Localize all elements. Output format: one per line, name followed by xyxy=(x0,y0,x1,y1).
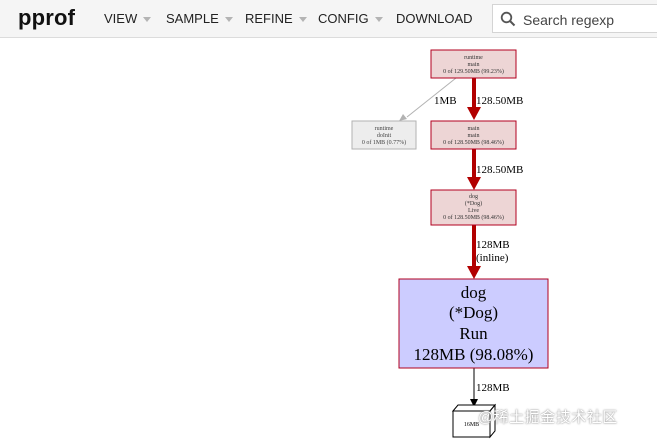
chevron-down-icon xyxy=(298,16,307,22)
node-main-main[interactable]: main main 0 of 128.50MB (98.46%) xyxy=(430,120,517,150)
search-box xyxy=(492,4,657,33)
edge-runtime-main-to-doinit[interactable]: 1MB xyxy=(399,77,457,121)
menu-refine-label: REFINE xyxy=(245,11,293,26)
menu-refine[interactable]: REFINE xyxy=(245,11,307,26)
menu-view-label: VIEW xyxy=(104,11,138,26)
node-text: dog xyxy=(461,283,487,302)
node-text: 0 of 129.50MB (99.23%) xyxy=(443,68,504,75)
search-input[interactable] xyxy=(521,10,655,30)
chevron-down-icon xyxy=(143,16,152,22)
call-graph: 128.50MB 1MB 128.50MB 128MB (inline) 128… xyxy=(351,49,549,439)
edge-main-main-to-dog-live[interactable]: 128.50MB xyxy=(467,149,523,190)
node-dog-run[interactable]: dog (*Dog) Run 128MB (98.08%) xyxy=(398,278,549,369)
chevron-down-icon xyxy=(224,16,233,22)
node-text: (*Dog) xyxy=(465,200,482,207)
node-text: runtime xyxy=(375,126,394,132)
menu-sample-label: SAMPLE xyxy=(166,11,219,26)
edge-label: (inline) xyxy=(476,252,509,264)
watermark: @稀土掘金技术社区 xyxy=(478,409,618,426)
top-bar: pprof VIEW SAMPLE REFINE CONFIG DOWNLOAD xyxy=(0,0,657,38)
node-text: 128MB (98.08%) xyxy=(414,345,534,364)
edge-label: 128MB xyxy=(476,239,510,251)
node-text: 0 of 128.50MB (98.46%) xyxy=(443,214,504,221)
node-dog-live[interactable]: dog (*Dog) Live 0 of 128.50MB (98.46%) xyxy=(430,189,517,226)
menu-view[interactable]: VIEW xyxy=(104,11,152,26)
node-text: runtime xyxy=(464,55,483,61)
node-text: (*Dog) xyxy=(449,303,498,322)
edge-label: 128MB xyxy=(476,382,510,394)
node-text: 16MB xyxy=(464,422,479,428)
menu-download-label: DOWNLOAD xyxy=(396,11,473,26)
menu-config[interactable]: CONFIG xyxy=(318,11,383,26)
edge-dog-run-to-leaf[interactable]: 128MB xyxy=(470,368,510,407)
node-runtime-main[interactable]: runtime main 0 of 129.50MB (99.23%) xyxy=(430,49,517,79)
chevron-down-icon xyxy=(374,16,383,22)
node-runtime-doinit[interactable]: runtime doInit 0 of 1MB (0.77%) xyxy=(351,120,417,150)
node-text: Run xyxy=(459,324,488,343)
search-icon xyxy=(500,11,516,27)
node-text: dog xyxy=(469,194,478,200)
node-text: Live xyxy=(468,208,479,214)
edge-runtime-main-to-main-main[interactable]: 128.50MB xyxy=(467,78,523,120)
node-text: main xyxy=(468,133,480,139)
edge-dog-live-to-dog-run[interactable]: 128MB (inline) xyxy=(467,225,510,279)
node-text: 0 of 1MB (0.77%) xyxy=(362,139,406,146)
edge-label: 1MB xyxy=(434,95,457,107)
node-text: main xyxy=(468,62,480,68)
edge-label: 128.50MB xyxy=(476,95,523,107)
edge-label: 128.50MB xyxy=(476,164,523,176)
app-logo[interactable]: pprof xyxy=(18,5,75,31)
menu-sample[interactable]: SAMPLE xyxy=(166,11,233,26)
node-text: main xyxy=(468,126,480,132)
menu-download[interactable]: DOWNLOAD xyxy=(396,11,473,26)
node-text: doInit xyxy=(377,133,392,139)
menu-config-label: CONFIG xyxy=(318,11,369,26)
node-text: 0 of 128.50MB (98.46%) xyxy=(443,139,504,146)
